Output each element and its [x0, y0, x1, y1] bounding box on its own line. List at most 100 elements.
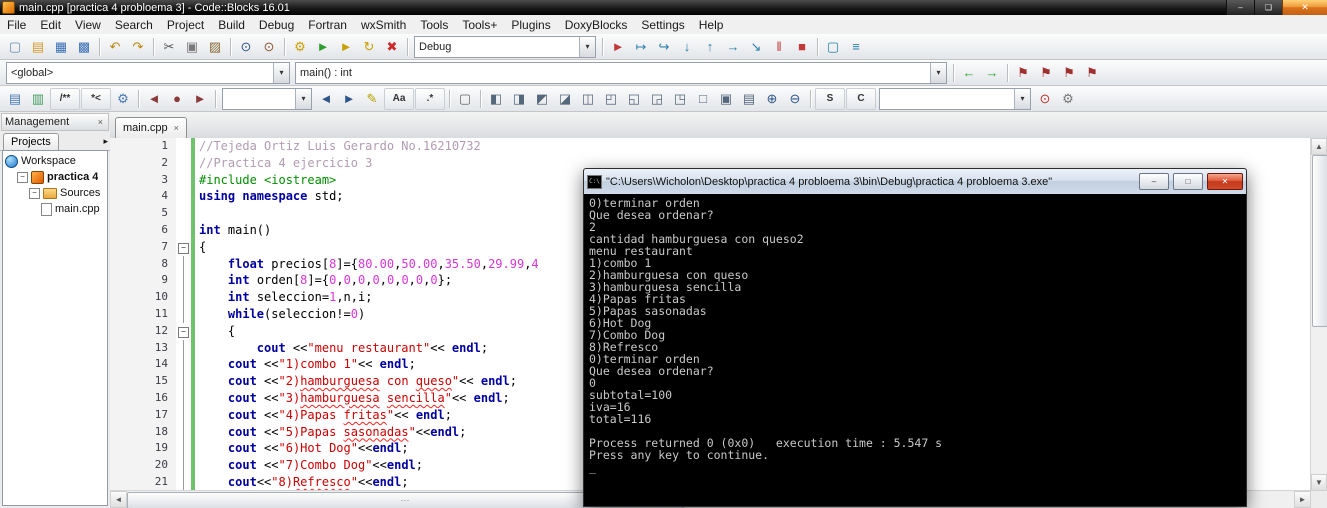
- menu-build[interactable]: Build: [211, 17, 252, 33]
- line-number[interactable]: 4: [110, 188, 176, 206]
- break-debugger-button[interactable]: ‖: [768, 37, 790, 57]
- next-line-button[interactable]: ↪: [653, 37, 675, 57]
- jump-forward-button[interactable]: →: [981, 63, 1003, 83]
- build-button[interactable]: ⚙: [289, 37, 311, 57]
- build-and-run-button[interactable]: ►: [335, 37, 357, 57]
- incsearch-combo[interactable]: ▾: [222, 87, 312, 110]
- line-number[interactable]: 16: [110, 389, 176, 407]
- console-minimize-button[interactable]: –: [1139, 173, 1169, 190]
- line-number[interactable]: 20: [110, 457, 176, 474]
- window-tool-10-button[interactable]: □: [692, 89, 714, 109]
- search-button[interactable]: ⊙: [1034, 89, 1056, 109]
- line-number[interactable]: 2: [110, 154, 176, 172]
- vscroll-thumb[interactable]: [1312, 155, 1327, 327]
- doxy-line-comment-button[interactable]: *<: [81, 87, 111, 110]
- doxy-preferences-button[interactable]: ⚙: [112, 89, 134, 109]
- menu-tools[interactable]: Tools: [413, 17, 455, 33]
- line-number[interactable]: 12: [110, 322, 176, 340]
- undo-button[interactable]: ↶: [104, 37, 126, 57]
- window-tool-2-button[interactable]: ◨: [508, 89, 530, 109]
- find-button[interactable]: ⊙: [235, 37, 257, 57]
- build-target-combo[interactable]: Debug ▾: [414, 35, 596, 58]
- window-tool-1-button[interactable]: ◧: [485, 89, 507, 109]
- tool-c-button[interactable]: C: [846, 87, 876, 110]
- new-file-button[interactable]: ▢: [4, 37, 26, 57]
- menu-view[interactable]: View: [68, 17, 108, 33]
- scope-combo[interactable]: <global> ▾: [6, 61, 290, 84]
- step-out-button[interactable]: ↑: [699, 37, 721, 57]
- chevron-down-icon[interactable]: ▾: [579, 36, 595, 57]
- line-number[interactable]: 17: [110, 406, 176, 424]
- console-close-button[interactable]: ✕: [1207, 173, 1243, 190]
- highlight-occurrences-button[interactable]: ✎: [361, 89, 383, 109]
- rebuild-button[interactable]: ↻: [358, 37, 380, 57]
- line-number[interactable]: 18: [110, 423, 176, 441]
- tree-item-workspace[interactable]: Workspace: [3, 153, 107, 169]
- debugging-windows-button[interactable]: ▢: [822, 37, 844, 57]
- browse-forward-button[interactable]: ►: [189, 89, 211, 109]
- minimize-button[interactable]: –: [1226, 0, 1254, 15]
- code-line[interactable]: 1 //Tejeda Ortiz Luis Gerardo No.16210732: [110, 138, 1311, 155]
- browse-marker-button[interactable]: ●: [166, 89, 188, 109]
- line-number[interactable]: 7: [110, 238, 176, 256]
- step-into-button[interactable]: ↓: [676, 37, 698, 57]
- scroll-left-icon[interactable]: ◄: [110, 491, 127, 508]
- selection-button[interactable]: ▢: [454, 89, 476, 109]
- symbol-combo[interactable]: main() : int ▾: [295, 61, 947, 84]
- close-button[interactable]: ✕: [1282, 0, 1327, 15]
- zoom-in-button[interactable]: ⊕: [761, 89, 783, 109]
- incsearch-prev-button[interactable]: ◄: [315, 89, 337, 109]
- window-tool-8-button[interactable]: ◲: [646, 89, 668, 109]
- doxy-view-docs-button[interactable]: ▥: [27, 89, 49, 109]
- console-output[interactable]: 0)terminar orden Que desea ordenar? 2 canti…: [584, 194, 1246, 506]
- chevron-down-icon[interactable]: ▾: [273, 62, 289, 83]
- tree-item-practica-4[interactable]: − practica 4: [3, 169, 107, 185]
- close-panel-icon[interactable]: ×: [96, 117, 105, 127]
- redo-button[interactable]: ↷: [127, 37, 149, 57]
- copy-button[interactable]: ▣: [181, 37, 203, 57]
- line-number[interactable]: 14: [110, 356, 176, 374]
- zoom-out-button[interactable]: ⊖: [784, 89, 806, 109]
- scroll-up-icon[interactable]: ▲: [1311, 138, 1327, 155]
- line-number[interactable]: 10: [110, 289, 176, 306]
- fold-collapse-icon[interactable]: −: [178, 326, 189, 338]
- doxy-block-comment-button[interactable]: /**: [50, 87, 80, 110]
- browse-back-button[interactable]: ◄: [143, 89, 165, 109]
- menu-search[interactable]: Search: [108, 17, 160, 33]
- line-number[interactable]: 13: [110, 339, 176, 357]
- save-button[interactable]: ▦: [50, 37, 72, 57]
- window-tool-11-button[interactable]: ▣: [715, 89, 737, 109]
- console-titlebar[interactable]: C:\ "C:\Users\Wicholon\Desktop\practica …: [584, 169, 1246, 195]
- menu-doxyblocks[interactable]: DoxyBlocks: [558, 17, 635, 33]
- window-tool-9-button[interactable]: ◳: [669, 89, 691, 109]
- fold-marker[interactable]: −: [176, 238, 191, 256]
- jump-back-button[interactable]: ←: [958, 63, 980, 83]
- tab-main-cpp[interactable]: main.cpp ×: [115, 117, 187, 138]
- next-instruction-button[interactable]: →: [722, 37, 744, 57]
- tab-close-icon[interactable]: ×: [174, 123, 179, 133]
- open-file-button[interactable]: ▤: [27, 37, 49, 57]
- line-number[interactable]: 19: [110, 440, 176, 458]
- menu-file[interactable]: File: [0, 17, 33, 33]
- bookmark-toggle-button[interactable]: ⚑: [1012, 63, 1034, 83]
- match-case-button[interactable]: Aa: [384, 87, 414, 110]
- menu-settings[interactable]: Settings: [634, 17, 691, 33]
- options-wrench-button[interactable]: ⚙: [1057, 89, 1079, 109]
- window-tool-7-button[interactable]: ◱: [623, 89, 645, 109]
- save-all-button[interactable]: ▩: [73, 37, 95, 57]
- debug-info-button[interactable]: ≡: [845, 37, 867, 57]
- line-number[interactable]: 11: [110, 305, 176, 323]
- line-number[interactable]: 15: [110, 373, 176, 390]
- chevron-down-icon[interactable]: ▾: [295, 88, 311, 109]
- abort-build-button[interactable]: ✖: [381, 37, 403, 57]
- line-number[interactable]: 6: [110, 221, 176, 239]
- scroll-down-icon[interactable]: ▼: [1311, 474, 1327, 491]
- titlebar[interactable]: main.cpp [practica 4 probloema 3] - Code…: [0, 0, 1327, 15]
- window-tool-12-button[interactable]: ▤: [738, 89, 760, 109]
- menu-fortran[interactable]: Fortran: [301, 17, 354, 33]
- tab-projects[interactable]: Projects: [3, 133, 59, 150]
- menu-help[interactable]: Help: [692, 17, 731, 33]
- tab-scroll-icon[interactable]: ▸: [103, 136, 108, 147]
- doxy-extract-button[interactable]: ▤: [4, 89, 26, 109]
- line-number[interactable]: 3: [110, 171, 176, 189]
